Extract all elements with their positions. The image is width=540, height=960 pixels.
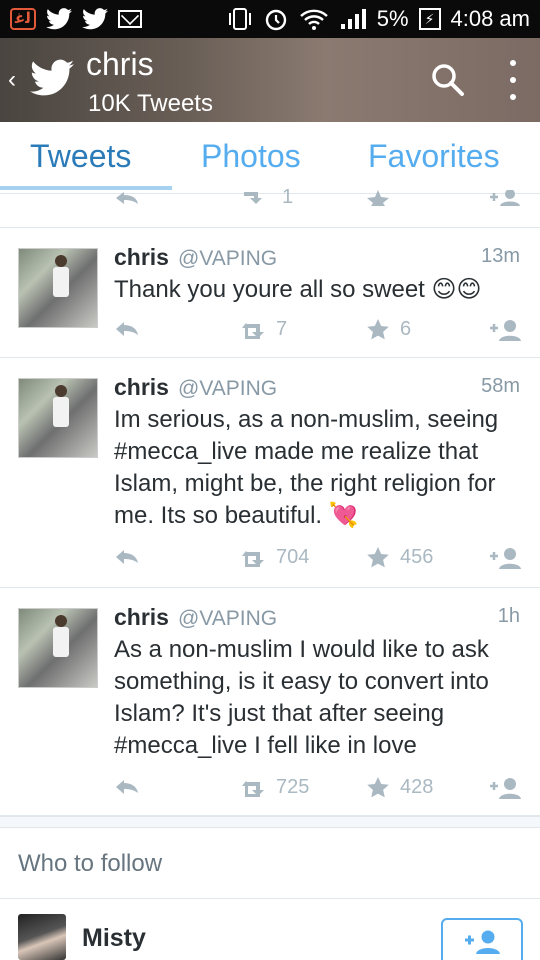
clock: 4:08 am	[450, 6, 531, 31]
reply-icon[interactable]	[114, 190, 140, 206]
avatar[interactable]	[18, 608, 98, 688]
battery-charging-icon: ⚡	[418, 8, 441, 30]
tab-photos[interactable]: Photos	[201, 138, 301, 175]
signal-icon	[340, 9, 366, 29]
retweet-count: 725	[276, 776, 310, 798]
reply-icon[interactable]	[114, 318, 140, 340]
mail-icon	[117, 10, 142, 28]
follow-icon[interactable]	[488, 776, 522, 800]
retweet-count: 7	[276, 318, 288, 340]
tweet-time: 13m	[481, 245, 520, 267]
tweet-time: 1h	[497, 605, 520, 627]
tweet[interactable]: chris @VAPING 13m Thank you youre all so…	[0, 228, 540, 358]
twitter-bird-icon	[81, 8, 108, 30]
retweet-icon[interactable]	[240, 548, 270, 570]
tweet-author-handle: @VAPING	[178, 247, 278, 270]
divider	[0, 898, 540, 899]
tweet-author-name: chris	[114, 374, 169, 400]
who-to-follow-title: Who to follow	[18, 850, 163, 877]
retweet-icon[interactable]	[240, 190, 270, 204]
tweet-text: Thank you youre all so sweet 😊😊	[114, 276, 482, 303]
star-icon[interactable]	[366, 190, 390, 206]
back-icon[interactable]: ‹	[8, 66, 16, 94]
favorite-count: 456	[400, 546, 434, 568]
notification-badge: ﻟﻏ	[10, 8, 36, 30]
tweet-time: 58m	[481, 375, 520, 397]
tab-tweets[interactable]: Tweets	[30, 138, 131, 175]
profile-header: ‹ chris 10K Tweets	[0, 38, 540, 122]
suggested-user-name[interactable]: Misty	[82, 924, 146, 953]
tweet[interactable]: chris @VAPING 58m Im serious, as a non-m…	[0, 358, 540, 588]
section-divider	[0, 816, 540, 828]
battery-percent: 5%	[376, 6, 409, 31]
previous-tweet-actions: 1	[0, 186, 540, 228]
profile-name: chris	[86, 46, 154, 82]
search-icon[interactable]	[430, 62, 466, 98]
tweet-actions: 704 456	[0, 546, 540, 576]
star-icon[interactable]	[366, 318, 390, 342]
favorite-count: 6	[400, 318, 412, 340]
follow-icon[interactable]	[488, 318, 522, 342]
tweet[interactable]: chris @VAPING 1h As a non-muslim I would…	[0, 588, 540, 816]
twitter-bird-icon[interactable]	[30, 58, 74, 98]
avatar[interactable]	[18, 248, 98, 328]
retweet-icon[interactable]	[240, 778, 270, 800]
twitter-bird-icon	[45, 8, 72, 30]
tweet-count: 10K Tweets	[88, 90, 213, 117]
tweet-text: Im serious, as a non-muslim, seeing #mec…	[114, 406, 499, 529]
tweet-actions: 7 6	[0, 318, 540, 348]
profile-tabs: Tweets Photos Favorites	[0, 122, 540, 194]
tweet-author-name: chris	[114, 244, 169, 270]
favorite-count: 428	[400, 776, 434, 798]
tweet-author-handle: @VAPING	[178, 607, 278, 630]
tweet-actions: 725 428	[0, 776, 540, 806]
star-icon[interactable]	[366, 546, 390, 570]
follow-icon[interactable]	[488, 190, 522, 206]
reply-icon[interactable]	[114, 776, 140, 798]
avatar[interactable]	[18, 914, 66, 960]
follow-icon	[465, 930, 500, 954]
status-bar: ﻟﻏ 5% ⚡ 4:08 am	[0, 0, 540, 38]
more-icon[interactable]	[506, 60, 520, 100]
retweet-count: 1	[282, 186, 294, 208]
follow-button[interactable]	[441, 918, 523, 960]
star-icon[interactable]	[366, 776, 390, 800]
active-tab-indicator	[0, 186, 172, 190]
vibrate-icon	[228, 8, 251, 30]
retweet-count: 704	[276, 546, 310, 568]
wifi-icon	[299, 9, 328, 30]
tweet-author-handle: @VAPING	[178, 377, 278, 400]
retweet-icon[interactable]	[240, 320, 270, 342]
tweet-author-name: chris	[114, 604, 169, 630]
reply-icon[interactable]	[114, 546, 140, 568]
avatar[interactable]	[18, 378, 98, 458]
follow-icon[interactable]	[488, 546, 522, 570]
tweet-text: As a non-muslim I would like to ask some…	[114, 636, 489, 759]
alarm-icon	[265, 9, 286, 31]
tab-favorites[interactable]: Favorites	[368, 138, 500, 175]
